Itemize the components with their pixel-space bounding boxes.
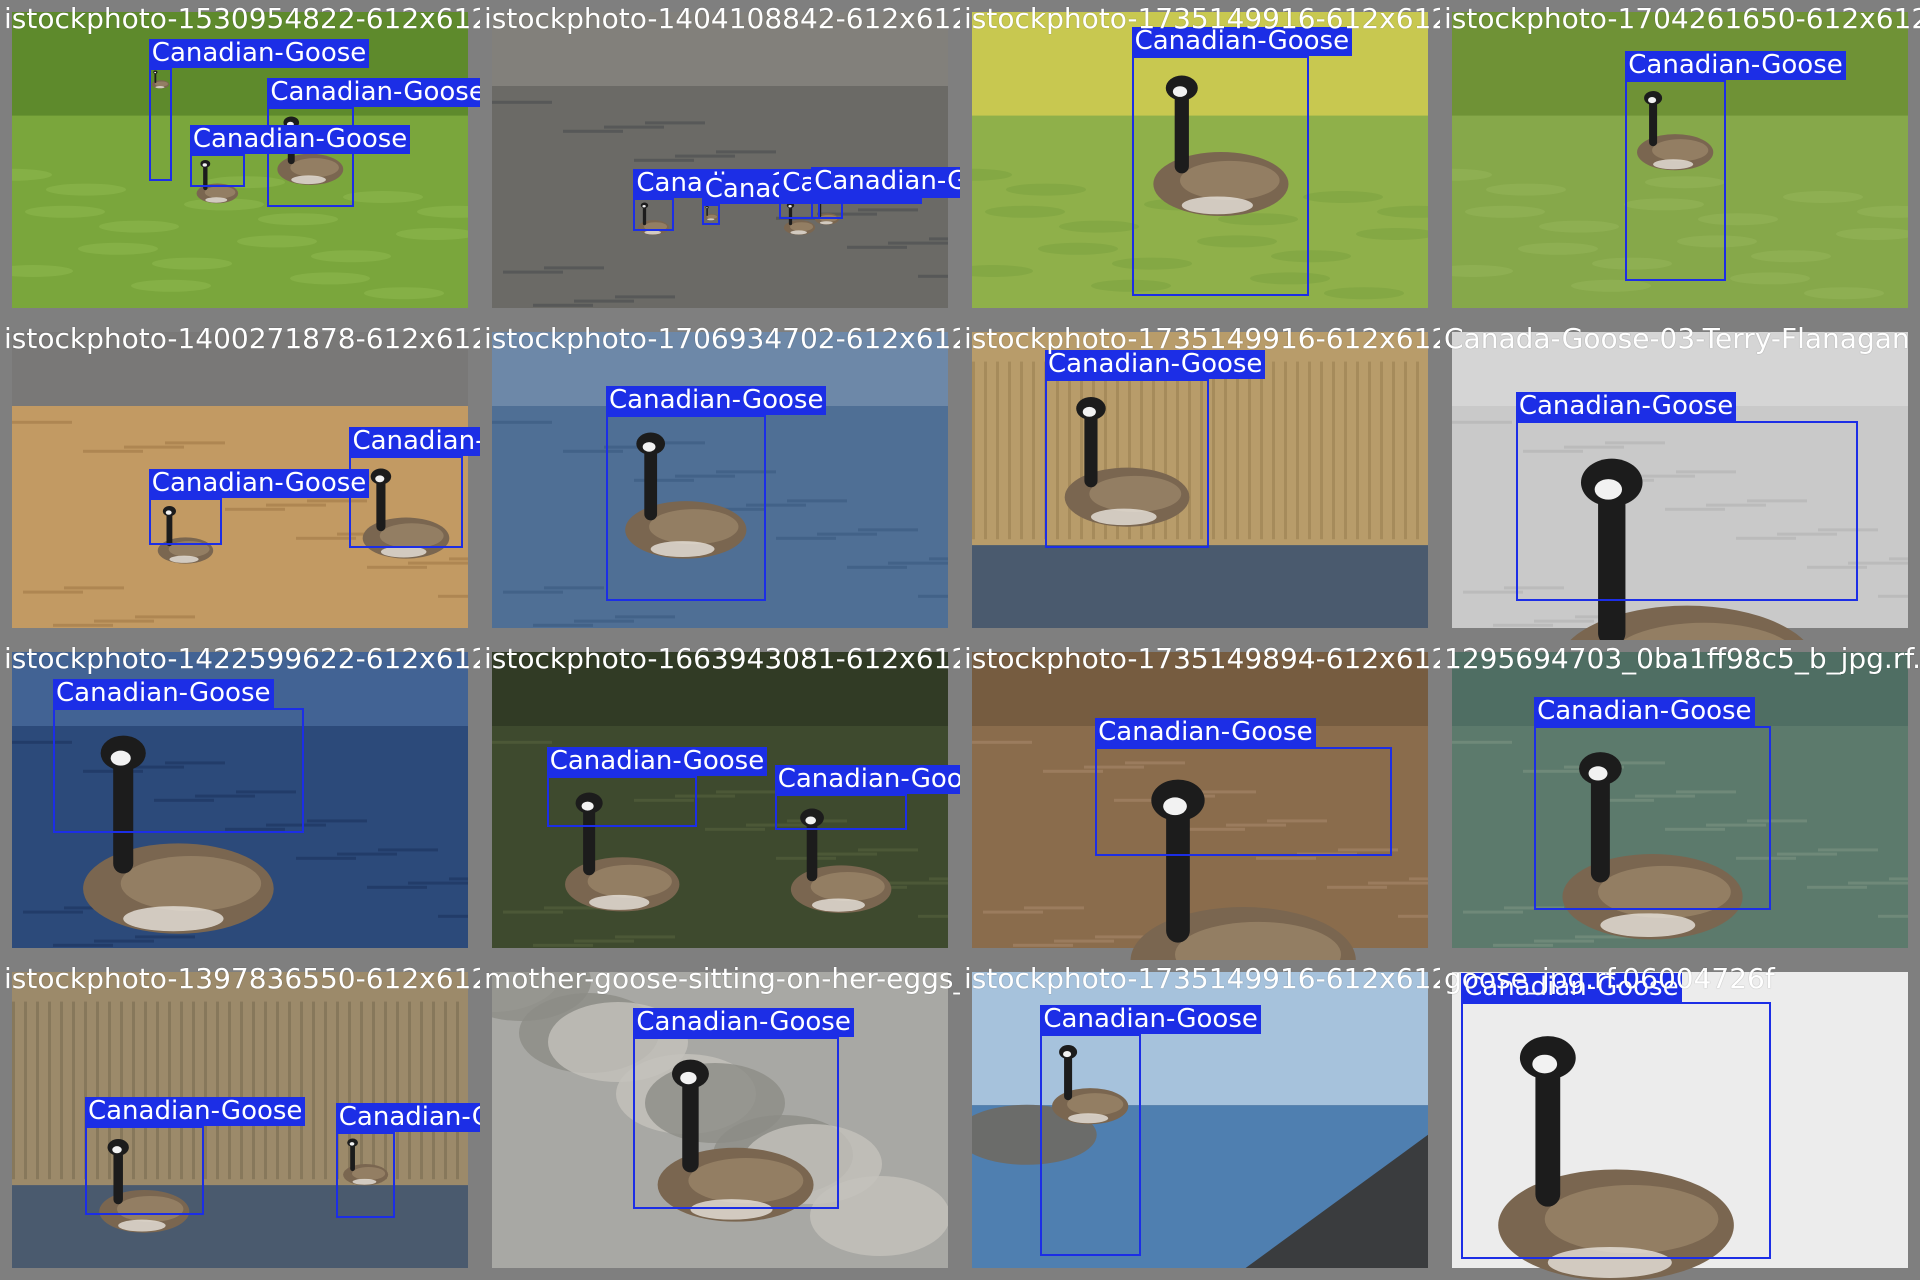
bounding-box (1515, 420, 1858, 602)
detection-label: Canadian-Goose (606, 385, 827, 415)
image-tile: Canadian-Goose Canada-Goose-03-Terry-Flan… (1440, 320, 1920, 640)
filename-label: istockphoto-1735149916-612x612_jpg.rf.e7 (964, 322, 1440, 355)
image-tile: Canadian-Goose istockphoto-1706934702-612… (480, 320, 960, 640)
bounding-box (701, 204, 720, 226)
bounding-box (1461, 1001, 1772, 1260)
image-tile: Canadian-Goose istockphoto-1704261650-612… (1440, 0, 1920, 320)
filename-label: istockphoto-1735149916-612x612_jpg.rf.0c (964, 962, 1440, 995)
bounding-box (84, 1125, 204, 1215)
bounding-box (1625, 80, 1726, 282)
photo (492, 12, 948, 308)
detection-label: Canadian-Goose (349, 427, 480, 457)
detection-label: Canadian-Goose (335, 1102, 480, 1132)
image-tile: Canadian-Goose Canadian-Goose Canadian-G… (0, 0, 480, 320)
filename-label: istockphoto-1735149894-612x612_jpg.rf.9e (964, 642, 1440, 675)
image-tile: Canadian-Goose Canadian-Goose istockphoto… (0, 960, 480, 1280)
bounding-box (606, 414, 766, 602)
detection-label: Canadian-Goose (84, 1096, 306, 1126)
filename-label: mother-goose-sitting-on-her-eggs_jpg.rf.… (484, 962, 960, 995)
image-tile: Canadian-Goose istockphoto-1735149894-612… (960, 640, 1440, 960)
bounding-box (1095, 746, 1392, 857)
detection-label: Canadian-Goose (148, 468, 370, 498)
image-tile: Canadian-Goose 1295694703_0ba1ff98c5_b_jp… (1440, 640, 1920, 960)
bounding-box (774, 794, 907, 830)
bounding-box (148, 68, 172, 181)
filename-label: istockphoto-1422599622-612x612_jpg.rf.f7 (4, 642, 480, 675)
bounding-box (546, 776, 698, 827)
bounding-box (1534, 726, 1772, 910)
detection-label: Canadian-Goose (1095, 717, 1316, 747)
detection-label: Canadian-Goose (1515, 391, 1737, 421)
detection-label: Canadian-Goose (774, 765, 960, 795)
bounding-box (267, 106, 354, 208)
image-tile: Canadian-Goose goose_jpg.rf.06004726f (1440, 960, 1920, 1280)
image-tile: Canadian-Goose Canadian-Goose istockphoto… (0, 320, 480, 640)
filename-label: istockphoto-1400271878-612x612_jpg.rf.23 (4, 322, 480, 355)
image-tile: Canadian-Goose Canadian-Goose istockphoto… (480, 640, 960, 960)
bounding-box (1044, 379, 1210, 549)
bounding-box (335, 1131, 396, 1218)
filename-label: istockphoto-1704261650-612x612_jpg.rf.d1 (1444, 2, 1920, 35)
filename-label: istockphoto-1397836550-612x612_jpg.rf.1e (4, 962, 480, 995)
filename-label: 1295694703_0ba1ff98c5_b_jpg.rf.c9 (1444, 642, 1920, 675)
detection-label: Canadian-Goose (267, 77, 480, 107)
filename-label: istockphoto-1663943081-612x612_jpg.rf.2a (484, 642, 960, 675)
image-tile: Canadian-Goose mother-goose-sitting-on-he… (480, 960, 960, 1280)
detection-label: Canadian-Goose (1040, 1005, 1261, 1035)
filename-label: goose_jpg.rf.06004726f (1444, 962, 1775, 995)
filename-label: istockphoto-1404108842-612x612_jpg.rf.bb (484, 2, 960, 35)
bounding-box (633, 1037, 839, 1209)
detection-label: Canadian-Goose (148, 39, 370, 69)
filename-label: istockphoto-1530954822-612x612_jpg.rf.84 (4, 2, 480, 35)
image-tile: Canadian-Goose istockphoto-1735149916-612… (960, 320, 1440, 640)
bounding-box (1040, 1034, 1141, 1257)
detection-label: Canadian-Goose (811, 166, 960, 196)
bounding-box (53, 708, 304, 833)
detection-label: Canadian-Goose (1534, 697, 1755, 726)
image-tile: Canadian-Goose istockphoto-1735149916-612… (960, 0, 1440, 320)
detection-label: Canadian-Goose (633, 1008, 854, 1038)
image-tile: Canadian-Goose istockphoto-1735149916-612… (960, 960, 1440, 1280)
detection-label: Canadian-Goose (1625, 51, 1846, 81)
filename-label: istockphoto-1735149916-612x612_jpg.rf.04 (964, 2, 1440, 35)
image-tile: Canadian-Goose Canadian-Goose Canadian-G… (480, 0, 960, 320)
detection-label: Canadian-Goose (546, 747, 768, 777)
detection-grid: Canadian-Goose Canadian-Goose Canadian-G… (0, 0, 1920, 1280)
filename-label: Canada-Goose-03-Terry-Flanagan (1444, 322, 1910, 355)
detection-label: Canadian-Goose (189, 125, 411, 155)
bounding-box (1131, 56, 1310, 297)
detection-label: Canadian-Goose (53, 679, 274, 709)
bounding-box (148, 497, 222, 546)
bounding-box (189, 154, 245, 187)
image-tile: Canadian-Goose istockphoto-1422599622-612… (0, 640, 480, 960)
bounding-box (633, 198, 675, 232)
filename-label: istockphoto-1706934702-612x612_jpg.rf.5a (484, 322, 960, 355)
